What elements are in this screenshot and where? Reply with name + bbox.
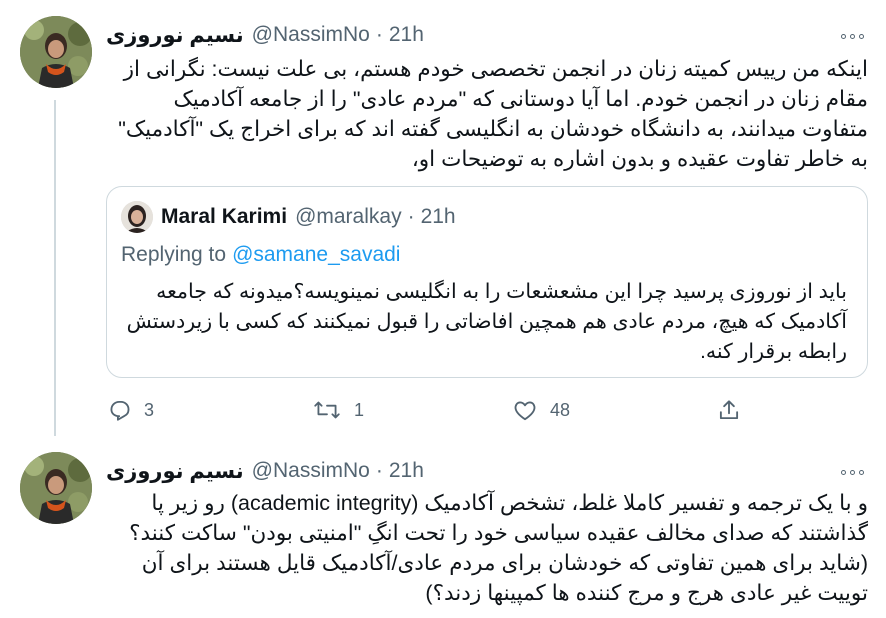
like-count: 48 (550, 399, 571, 420)
reply-icon (106, 397, 132, 423)
quoted-avatar (121, 201, 153, 233)
heart-icon (512, 397, 538, 423)
share-icon (716, 397, 742, 423)
timestamp[interactable]: 21h (389, 459, 424, 483)
separator-dot: · (407, 205, 415, 228)
more-icon[interactable] (836, 26, 868, 46)
tweet-text: و با یک ترجمه و تفسیر کاملا غلط، تشخص آک… (123, 491, 868, 605)
more-icon[interactable] (836, 462, 868, 482)
quoted-tweet[interactable]: Maral Karimi @maralkay · 21h Replying to… (106, 186, 868, 378)
retweet-icon (312, 397, 342, 423)
replying-to-link[interactable]: @samane_savadi (232, 243, 400, 267)
like-button[interactable]: 48 (512, 392, 570, 428)
quoted-author-handle: @maralkay (295, 205, 402, 228)
quoted-text: باید از نوروزی پرسید چرا این مشعشعات را … (120, 280, 847, 363)
retweet-count: 1 (354, 399, 365, 420)
retweet-button[interactable]: 1 (312, 392, 364, 428)
author-name[interactable]: نسیم نوروزی (106, 23, 244, 48)
author-handle[interactable]: @NassimNo (252, 23, 370, 47)
quoted-author-name: Maral Karimi (161, 205, 288, 228)
reply-count: 3 (144, 399, 155, 420)
avatar[interactable] (20, 16, 92, 88)
separator-dot: · (375, 459, 383, 482)
share-button[interactable] (716, 392, 742, 428)
author-handle[interactable]: @NassimNo (252, 459, 370, 483)
reply-button[interactable]: 3 (106, 392, 154, 428)
tweet-text: اینکه من رییس کمیته زنان در انجمن تخصصی … (112, 57, 868, 171)
author-name[interactable]: نسیم نوروزی (106, 459, 244, 484)
tweet-header: نسیم نوروزی @NassimNo · 21h (106, 456, 424, 486)
avatar[interactable] (20, 452, 92, 524)
quoted-header: Maral Karimi @maralkay · 21h (161, 201, 456, 233)
replying-label: Replying to (121, 243, 227, 266)
thread-connector-line (54, 100, 56, 436)
tweet-actions: 3 1 48 (106, 392, 746, 428)
timestamp[interactable]: 21h (389, 23, 424, 47)
tweet-header: نسیم نوروزی @NassimNo · 21h (106, 20, 424, 50)
replying-to: Replying to @samane_savadi (121, 239, 400, 271)
separator-dot: · (375, 23, 383, 46)
quoted-timestamp: 21h (420, 205, 456, 228)
